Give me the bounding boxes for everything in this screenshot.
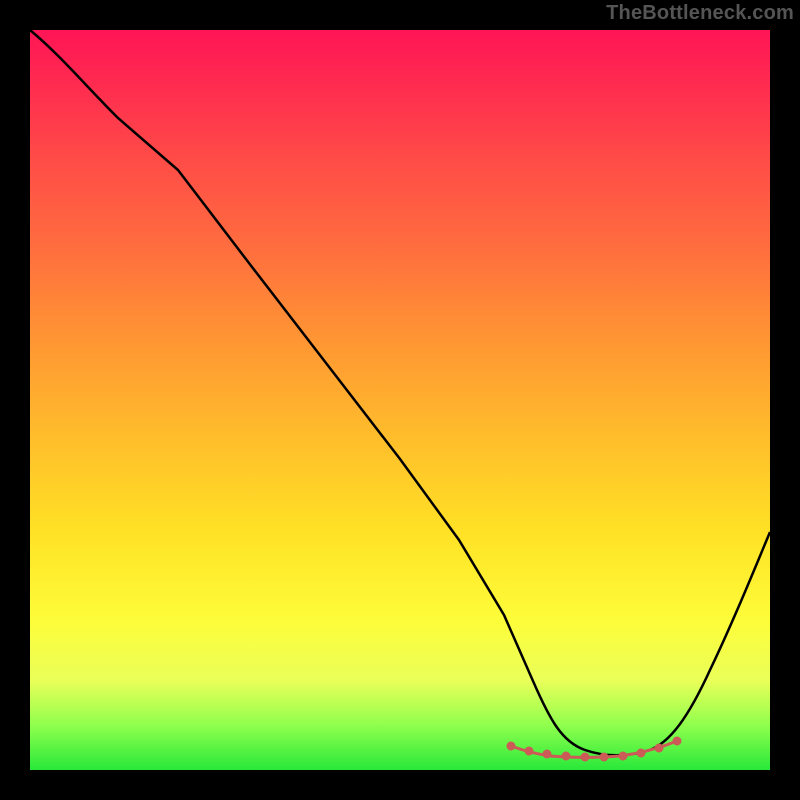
plot-area xyxy=(30,30,770,770)
watermark-label: TheBottleneck.com xyxy=(606,2,794,25)
curve-svg xyxy=(30,30,770,770)
bottleneck-curve xyxy=(30,30,770,755)
optimal-zone-markers xyxy=(507,737,682,762)
chart-frame: TheBottleneck.com xyxy=(0,0,800,800)
